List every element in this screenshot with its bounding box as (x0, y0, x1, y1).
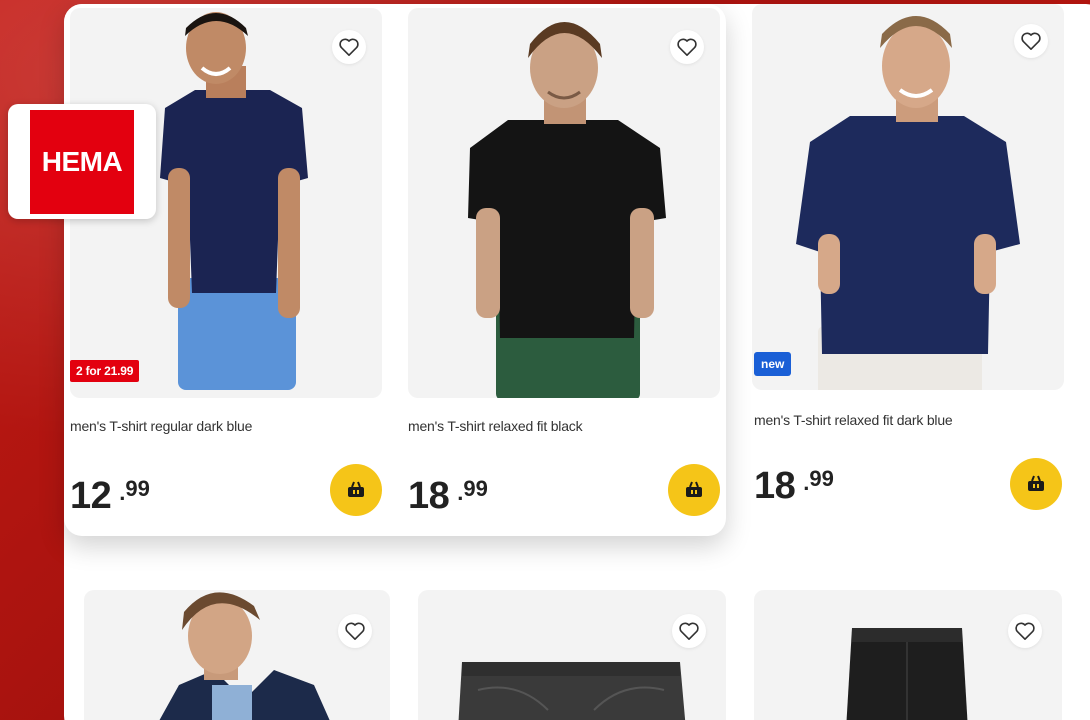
heart-icon (1021, 32, 1041, 50)
wishlist-button[interactable] (338, 614, 372, 648)
brand-logo: HEMA (30, 109, 134, 214)
product-image-row2-3[interactable] (754, 590, 1062, 720)
product-price: 18 . 99 (754, 465, 834, 507)
product-image[interactable] (408, 8, 720, 398)
heart-icon (1015, 622, 1035, 640)
hoodie-illustration (159, 592, 330, 720)
heart-icon (339, 38, 359, 56)
product-card-1[interactable]: 2 for 21.99 men's T-shirt regular dark b… (64, 4, 394, 544)
product-image-row2-1[interactable] (84, 590, 390, 720)
product-title[interactable]: men's T-shirt relaxed fit black (408, 418, 583, 434)
wishlist-button[interactable] (672, 614, 706, 648)
add-to-cart-button[interactable] (330, 464, 382, 516)
heart-icon (677, 38, 697, 56)
product-image[interactable]: new (752, 4, 1064, 390)
new-badge: new (754, 352, 792, 376)
product-card-3[interactable]: new men's T-shirt relaxed fit dark blue … (746, 0, 1076, 540)
model-illustration (468, 22, 666, 398)
add-to-cart-button[interactable] (1010, 458, 1062, 510)
product-title[interactable]: men's T-shirt regular dark blue (70, 418, 252, 434)
heart-icon (679, 622, 699, 640)
shorts-illustration (846, 628, 968, 720)
wishlist-button[interactable] (1014, 24, 1048, 58)
wishlist-button[interactable] (332, 30, 366, 64)
add-to-cart-button[interactable] (668, 464, 720, 516)
shorts-illustration (458, 662, 686, 720)
basket-icon (1028, 475, 1044, 491)
promo-badge: 2 for 21.99 (70, 360, 140, 382)
product-title[interactable]: men's T-shirt relaxed fit dark blue (754, 412, 953, 428)
product-price: 12 . 99 (70, 475, 150, 517)
product-card-2[interactable]: men's T-shirt relaxed fit black 18 . 99 (402, 4, 732, 544)
product-image-row2-2[interactable] (418, 590, 726, 720)
heart-icon (345, 622, 365, 640)
product-price: 18 . 99 (408, 475, 488, 517)
wishlist-button[interactable] (1008, 614, 1042, 648)
model-illustration (796, 16, 1020, 390)
brand-logo-card[interactable]: HEMA (8, 104, 156, 219)
wishlist-button[interactable] (670, 30, 704, 64)
basket-icon (686, 481, 702, 497)
basket-icon (348, 481, 364, 497)
